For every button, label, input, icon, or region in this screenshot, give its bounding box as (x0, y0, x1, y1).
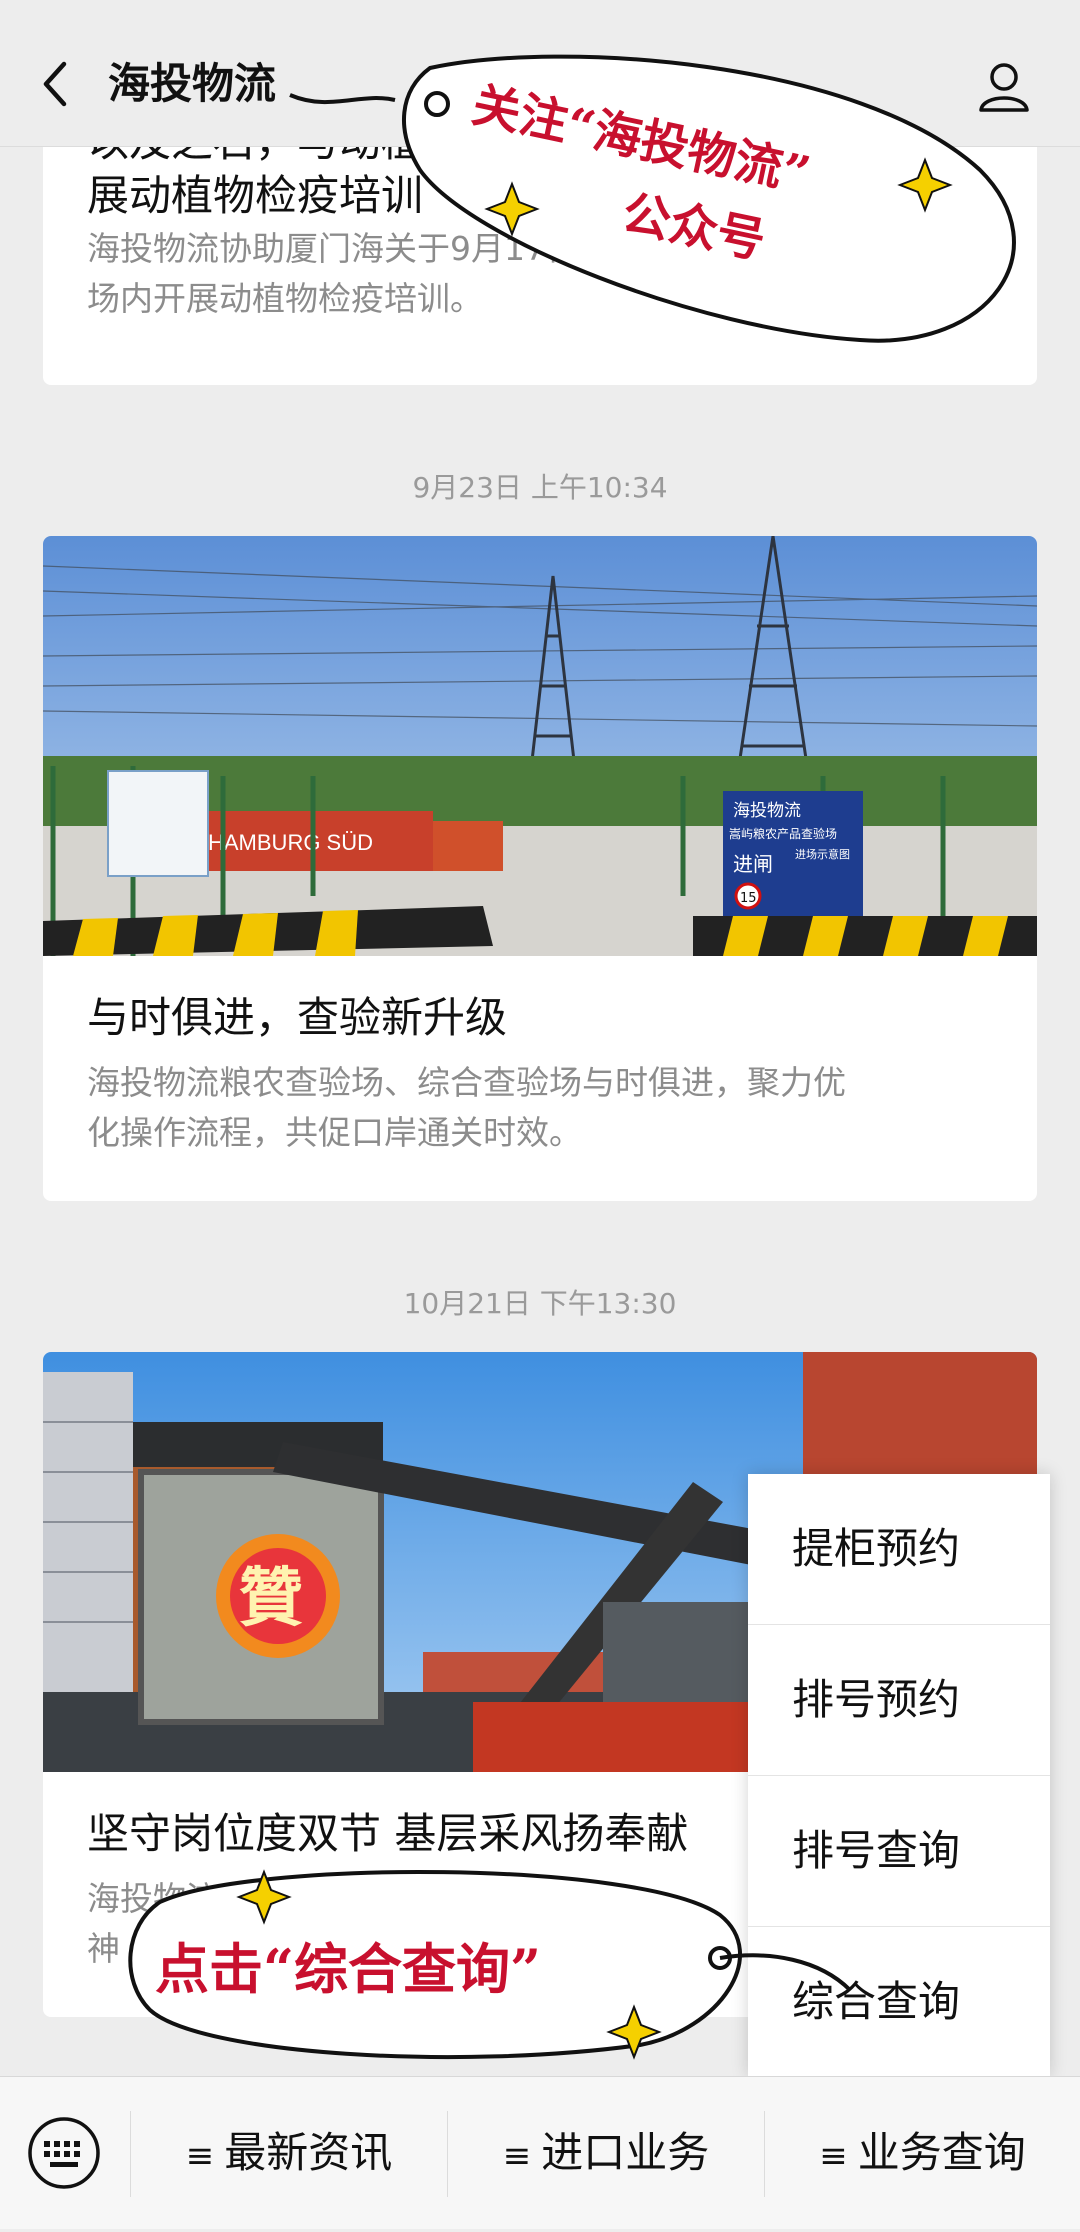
message-timestamp: 9月23日 上午10:34 (412, 471, 668, 504)
menu-label: 最新资讯 (224, 2128, 393, 2177)
menu-import-business[interactable]: ≡ 进口业务 (448, 2077, 764, 2229)
menu-item-general-inquiry[interactable]: 综合查询 (748, 1927, 1050, 2077)
sign-text-line1: 海投物流 (733, 801, 801, 821)
list-menu-icon: ≡ (185, 2136, 215, 2176)
sign-speed-text: 15 (740, 891, 757, 906)
menu-item-queue-booking[interactable]: 排号预约 (748, 1625, 1050, 1776)
container-brand-text: HAMBURG SÜD (208, 830, 373, 855)
article-desc-line2: 场内开展动植物检疫培训。 (87, 279, 483, 318)
article-card-2[interactable]: HAMBURG SÜD 海投物流 嵩屿粮农产品查验场 进闸 进场示意图 15 与… (43, 536, 1037, 1201)
menu-label: 业务查询 (857, 2128, 1026, 2177)
menu-latest-news[interactable]: ≡ 最新资讯 (131, 2077, 447, 2229)
sign-gate-text: 进闸 (733, 852, 773, 876)
chevron-left-icon[interactable] (38, 58, 74, 110)
sign-direction-text: 进场示意图 (795, 847, 850, 861)
article-title: 坚守岗位度双节 基层采风扬奉献 (87, 1809, 689, 1858)
menu-label: 进口业务 (541, 2128, 710, 2177)
menu-business-inquiry[interactable]: ≡ 业务查询 (765, 2077, 1080, 2229)
article-title: 与时俱进，查验新升级 (87, 993, 508, 1042)
person-icon[interactable] (976, 58, 1032, 114)
list-menu-icon: ≡ (502, 2136, 532, 2176)
page-title: 海投物流 (108, 59, 277, 108)
article-desc-line1: 海投物流粮农查验场、综合查验场与时俱进，聚力优 (87, 1063, 846, 1102)
menu-item-queue-inquiry[interactable]: 排号查询 (748, 1776, 1050, 1927)
official-account-menu-bar: ≡ 最新资讯 ≡ 进口业务 ≡ 业务查询 (0, 2076, 1080, 2229)
article-title-line2: 展动植物检疫培训 (87, 171, 424, 220)
keyboard-icon[interactable] (26, 2115, 102, 2191)
menu-item-container-pickup-booking[interactable]: 提柜预约 (748, 1474, 1050, 1625)
article-cover-image: HAMBURG SÜD 海投物流 嵩屿粮农产品查验场 进闸 进场示意图 15 (43, 536, 1037, 956)
sign-text-line2: 嵩屿粮农产品查验场 (729, 826, 837, 841)
message-timestamp: 10月21日 下午13:30 (403, 1287, 677, 1320)
top-navigation-bar: 海投物流 (0, 0, 1080, 147)
article-desc-line2: 化操作流程，共促口岸通关时效。 (87, 1113, 582, 1152)
praise-badge-text: 贊 (239, 1562, 303, 1636)
submenu-popup: 提柜预约 排号预约 排号查询 综合查询 (748, 1474, 1050, 2076)
list-menu-icon: ≡ (819, 2136, 848, 2176)
article-desc-line1: 海投物流协助厦门海关于9月17日在 (87, 229, 612, 268)
